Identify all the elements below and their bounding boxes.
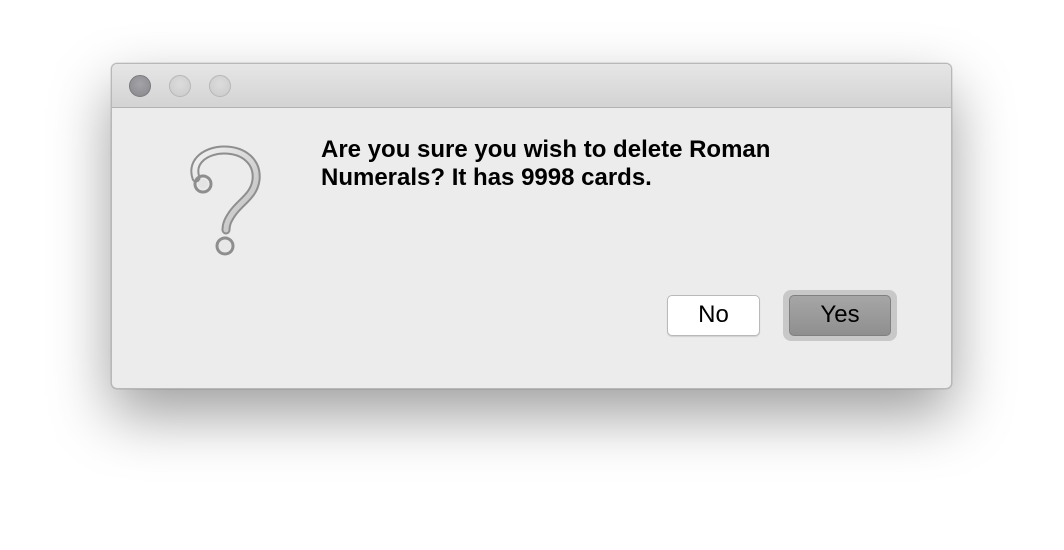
- title-bar[interactable]: [112, 64, 951, 108]
- alert-message-line-2: Numerals? It has 9998 cards.: [321, 164, 652, 191]
- alert-message: Are you sure you wish to delete Roman Nu…: [321, 136, 861, 192]
- no-button[interactable]: No: [667, 295, 760, 336]
- close-icon[interactable]: [129, 75, 151, 97]
- alert-message-line-1: Are you sure you wish to delete Roman: [321, 136, 771, 163]
- question-mark-icon: [190, 145, 261, 256]
- desktop-backdrop: Are you sure you wish to delete Roman Nu…: [0, 0, 1064, 550]
- minimize-icon[interactable]: [169, 75, 191, 97]
- yes-button[interactable]: Yes: [789, 295, 891, 336]
- zoom-icon[interactable]: [209, 75, 231, 97]
- alert-dialog: Are you sure you wish to delete Roman Nu…: [111, 63, 952, 389]
